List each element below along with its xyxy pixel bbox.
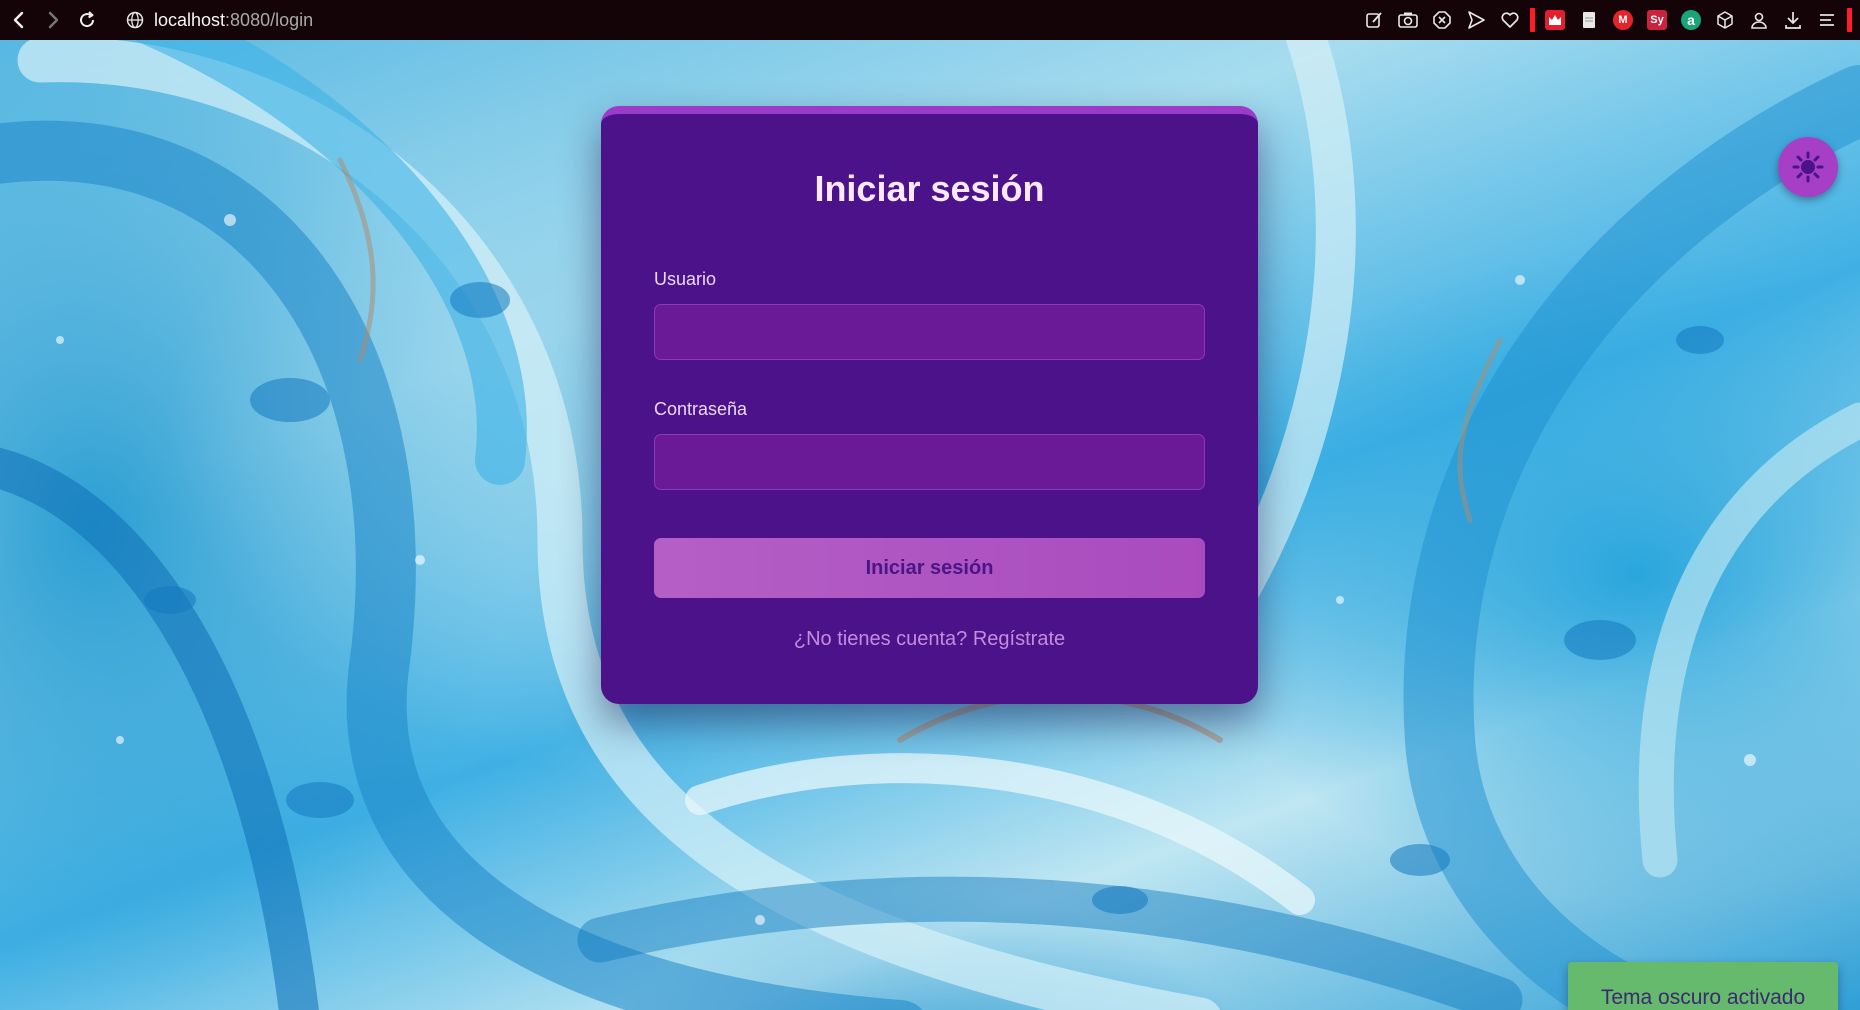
login-card: Iniciar sesión Usuario Contraseña Inicia… [601,106,1258,704]
extension-red-puzzle-icon[interactable] [1541,6,1569,34]
sun-icon [1792,151,1824,183]
address-bar[interactable]: localhost:8080/login [126,5,313,35]
back-arrow-icon [13,11,24,29]
edit-icon[interactable] [1360,6,1388,34]
document-icon[interactable] [1575,6,1603,34]
cube-icon[interactable] [1711,6,1739,34]
browser-toolbar: localhost:8080/login M Sy a [0,0,1860,40]
url-host: localhost [154,9,226,30]
login-submit-button[interactable]: Iniciar sesión [654,538,1205,598]
back-button[interactable] [2,3,36,37]
send-icon[interactable] [1462,6,1490,34]
toolbar-separator [1530,8,1535,32]
extension-a-badge: a [1681,10,1701,30]
register-link[interactable]: ¿No tienes cuenta? Regístrate [601,628,1258,651]
theme-toggle-button[interactable] [1778,137,1838,197]
menu-icon[interactable] [1813,6,1841,34]
forward-arrow-icon [48,11,59,29]
username-input[interactable] [654,304,1205,360]
block-icon[interactable] [1428,6,1456,34]
reload-icon [80,11,95,28]
extension-m-badge: M [1613,10,1633,30]
extension-a-icon[interactable]: a [1677,6,1705,34]
reload-button[interactable] [70,3,104,37]
password-input[interactable] [654,434,1205,490]
extension-sy-icon[interactable]: Sy [1643,6,1671,34]
url-path: :8080/login [225,9,314,30]
username-label: Usuario [654,269,717,289]
extension-sy-badge: Sy [1647,10,1667,30]
camera-icon[interactable] [1394,6,1422,34]
profile-icon[interactable] [1745,6,1773,34]
heart-icon[interactable] [1496,6,1524,34]
download-icon[interactable] [1779,6,1807,34]
password-label: Contraseña [654,399,748,419]
theme-toast: Tema oscuro activado [1568,962,1838,1010]
toast-message: Tema oscuro activado [1600,986,1806,1009]
forward-button[interactable] [36,3,70,37]
extensions-toolbar: M Sy a [1360,0,1852,40]
globe-icon [126,11,144,29]
toolbar-end-marker [1847,8,1852,32]
login-title: Iniciar sesión [814,168,1045,209]
extension-m-icon[interactable]: M [1609,6,1637,34]
login-page: Iniciar sesión Usuario Contraseña Inicia… [0,40,1860,1010]
